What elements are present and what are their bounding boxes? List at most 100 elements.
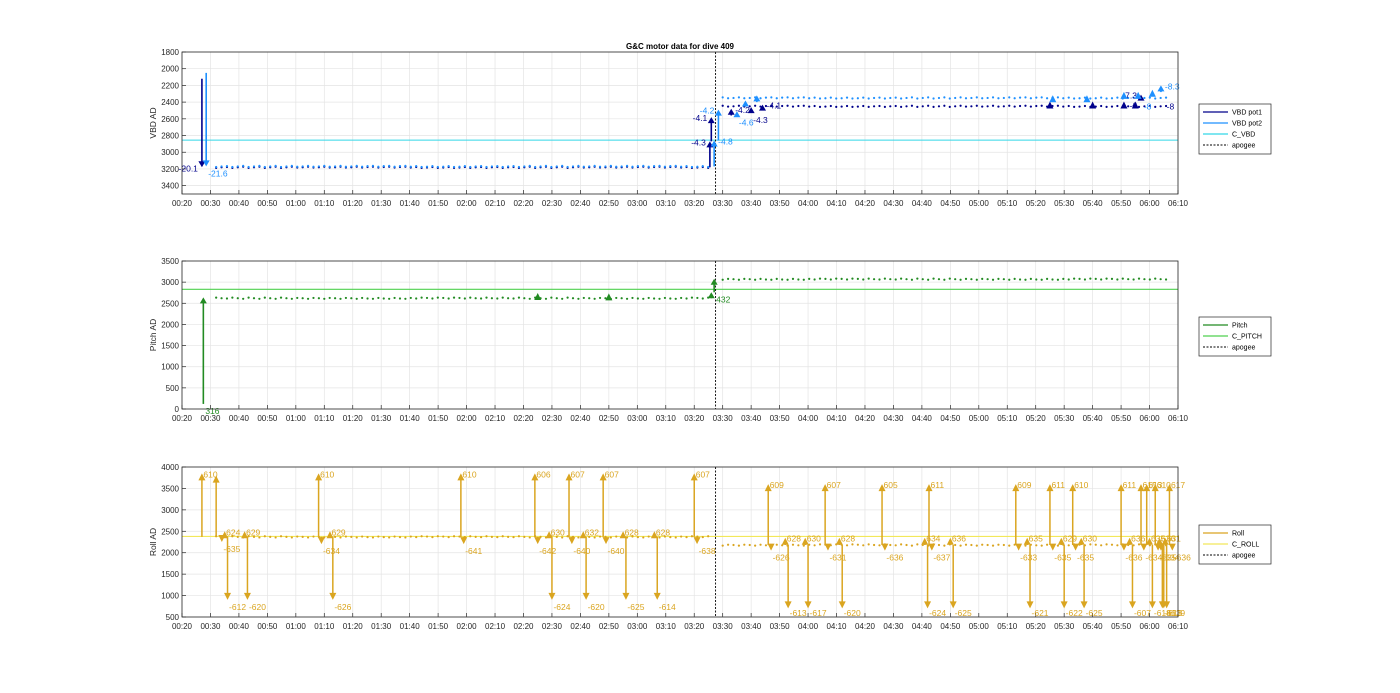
data-point (737, 544, 741, 547)
data-point (883, 97, 886, 100)
data-point (707, 535, 710, 538)
data-point (975, 96, 978, 99)
data-point (561, 164, 564, 167)
data-point (474, 165, 477, 168)
x-tick-label: 03:00 (627, 199, 648, 208)
data-point (754, 544, 757, 547)
data-point (910, 278, 914, 281)
data-point (932, 277, 935, 280)
data-point (959, 96, 962, 99)
data-point (279, 535, 283, 538)
x-tick-label: 02:10 (485, 199, 506, 208)
y-tick-label: 2400 (161, 98, 179, 107)
data-point (721, 104, 724, 107)
y-tick-label: 500 (166, 384, 180, 393)
x-tick-label: 03:10 (656, 622, 677, 631)
data-point (726, 277, 730, 280)
y-tick-label: 3500 (161, 257, 179, 266)
data-point (215, 296, 218, 299)
data-point (1164, 96, 1168, 99)
data-point (981, 543, 984, 546)
roll-label: 628 (787, 534, 801, 544)
data-point (674, 297, 677, 300)
data-point (754, 104, 757, 107)
data-point (813, 544, 816, 547)
x-tick-label: 01:10 (314, 199, 335, 208)
x-tick-label: 04:20 (855, 622, 876, 631)
data-point (252, 165, 256, 168)
data-point (231, 296, 234, 299)
data-point (409, 535, 412, 538)
x-tick-label: 01:20 (343, 199, 364, 208)
data-point (344, 296, 348, 300)
data-point (1002, 278, 1005, 281)
roll-label: -619 (1168, 608, 1185, 618)
x-tick-label: 00:40 (229, 622, 250, 631)
data-point (1100, 104, 1103, 108)
data-point (900, 277, 903, 280)
y-tick-label: 2000 (161, 65, 179, 74)
vbd-axes: 00:20 00:30 00:40 00:50 01:00 01:10 01:20 01:30… (148, 48, 1189, 208)
data-point (981, 105, 984, 108)
data-point (1078, 277, 1081, 280)
x-tick-label: 05:20 (1026, 199, 1047, 208)
data-point (323, 297, 326, 300)
roll-label: -613 (790, 608, 807, 618)
data-point (840, 97, 843, 100)
data-point (431, 297, 434, 300)
data-point (588, 297, 591, 300)
y-tick-label: 1500 (161, 570, 179, 579)
x-tick-label: 04:10 (826, 622, 847, 631)
data-point (593, 164, 596, 167)
data-point (905, 96, 908, 100)
data-point (824, 277, 827, 280)
data-point (452, 535, 456, 538)
roll-label: -637 (933, 553, 950, 563)
x-tick-label: 01:40 (400, 622, 421, 631)
x-tick-label: 05:40 (1083, 199, 1104, 208)
data-point (726, 97, 730, 100)
data-point (306, 536, 310, 539)
roll-label: 610 (462, 469, 476, 479)
data-point (954, 105, 957, 108)
data-point (479, 165, 483, 168)
data-point (469, 165, 472, 169)
x-tick-label: 06:10 (1168, 414, 1189, 423)
data-point (791, 543, 795, 546)
data-point (797, 544, 800, 547)
point-label: -8 (1167, 101, 1175, 111)
data-point (225, 297, 229, 300)
roll-label: 629 (1063, 534, 1077, 544)
data-point (680, 165, 683, 168)
data-point (690, 296, 694, 299)
data-point (577, 164, 580, 167)
data-point (490, 165, 493, 168)
roll-label: 610 (320, 469, 334, 479)
x-tick-label: 05:20 (1026, 414, 1047, 423)
data-point (1062, 105, 1065, 108)
data-point (1100, 96, 1103, 99)
data-point (485, 535, 488, 538)
data-point (997, 105, 1000, 108)
data-point (1035, 544, 1038, 547)
x-tick-label: 04:20 (855, 199, 876, 208)
data-point (813, 278, 816, 281)
data-point (878, 544, 881, 547)
data-point (458, 165, 461, 168)
data-point (290, 164, 293, 167)
x-tick-label: 01:40 (400, 414, 421, 423)
data-point (361, 165, 364, 168)
x-tick-label: 01:50 (428, 622, 449, 631)
data-point (279, 296, 283, 299)
data-point (997, 543, 1000, 546)
data-point (625, 297, 629, 300)
roll-label: 636 (952, 534, 966, 544)
y-axis-label: VBD AD (148, 107, 158, 138)
roll-label: 607 (827, 480, 841, 490)
data-point (442, 165, 445, 168)
data-point (647, 535, 650, 538)
x-tick-label: 05:00 (969, 414, 990, 423)
data-point (339, 164, 342, 167)
x-tick-label: 03:40 (741, 414, 762, 423)
data-point (743, 543, 746, 546)
